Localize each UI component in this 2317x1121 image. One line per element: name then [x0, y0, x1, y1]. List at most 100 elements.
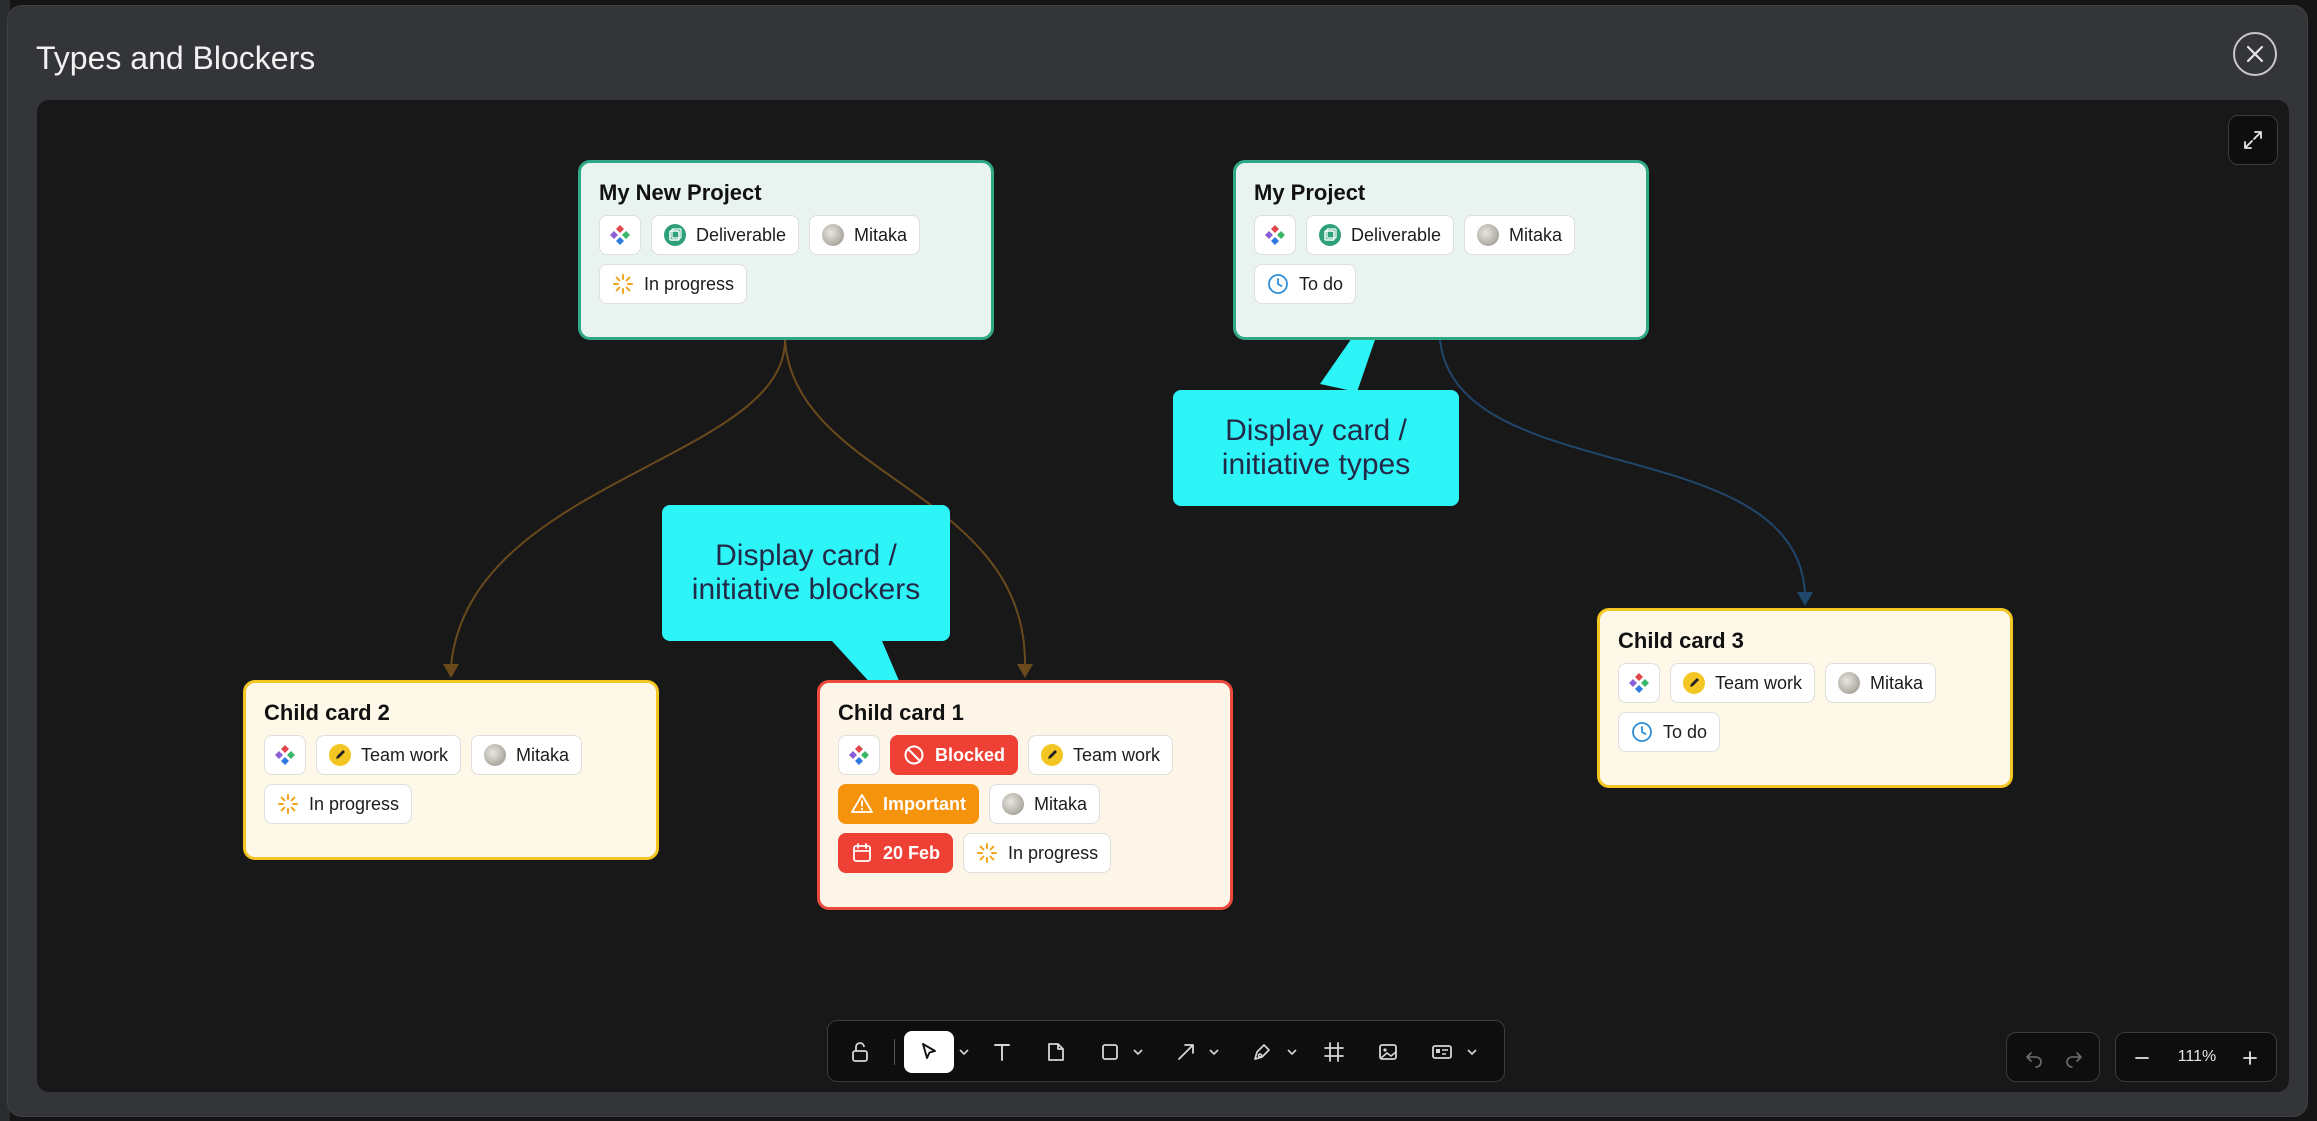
card-title: Child card 2: [264, 700, 390, 725]
plus-icon: [2243, 1051, 2257, 1065]
app-logo-icon: [1264, 224, 1286, 246]
app-chip[interactable]: [599, 215, 641, 255]
assignee-chip[interactable]: Mitaka: [471, 735, 583, 775]
connection-lines: [443, 270, 1813, 744]
app-chip[interactable]: [1254, 215, 1296, 255]
redo-button[interactable]: [2057, 1037, 2091, 1079]
spinner-icon: [277, 793, 299, 815]
card-child-card-1[interactable]: Child card 1 Blocked Team work Important…: [817, 680, 1233, 910]
type-chip[interactable]: Deliverable: [651, 215, 800, 255]
card-title: Child card 3: [1618, 628, 1744, 653]
due-date-chip[interactable]: 20 Feb: [838, 833, 954, 873]
callout-line-1: Display card /: [715, 539, 897, 572]
card-title: My Project: [1254, 180, 1366, 205]
arrow-icon: [1178, 1044, 1194, 1060]
app-chip[interactable]: [264, 735, 306, 775]
assignee-chip[interactable]: Mitaka: [1825, 663, 1937, 703]
blocked-icon: [903, 744, 925, 766]
type-chip[interactable]: Team work: [1028, 735, 1174, 775]
pen-tool-button[interactable]: [1242, 1031, 1282, 1073]
status-chip[interactable]: In progress: [963, 833, 1112, 873]
app-logo-icon: [274, 744, 296, 766]
avatar: [1838, 672, 1861, 694]
pen-tool-dropdown[interactable]: [1284, 1031, 1300, 1073]
card-my-new-project[interactable]: My New Project Deliverable Mitaka In pro…: [578, 160, 994, 340]
image-tool-button[interactable]: [1368, 1031, 1408, 1073]
status-chip[interactable]: In progress: [264, 784, 413, 824]
callout-blockers[interactable]: Display card / initiative blockers: [662, 505, 950, 641]
avatar: [1002, 793, 1024, 815]
avatar: [1477, 224, 1500, 246]
arrow-tool-button[interactable]: [1166, 1031, 1206, 1073]
assignee-chip[interactable]: Mitaka: [989, 784, 1101, 824]
types-and-blockers-modal: Types and Blockers My New Project Delive…: [8, 6, 2307, 1116]
callout-types[interactable]: Display card / initiative types: [1173, 390, 1459, 506]
unlock-icon: [852, 1042, 868, 1062]
calendar-icon: [851, 842, 873, 864]
arrow-head-child-card-1: [1017, 664, 1033, 678]
pencil-icon: [329, 744, 351, 766]
text-tool-button[interactable]: [982, 1031, 1022, 1073]
whiteboard-canvas[interactable]: My New Project Deliverable Mitaka In pro…: [37, 100, 2289, 1092]
zoom-level[interactable]: 111%: [2166, 1033, 2228, 1081]
priority-chip[interactable]: Important: [838, 784, 979, 824]
minus-icon: [2135, 1057, 2149, 1059]
spinner-icon: [976, 842, 998, 864]
close-button[interactable]: [2233, 32, 2277, 76]
undo-icon: [2026, 1052, 2042, 1068]
assignee-chip[interactable]: Mitaka: [1464, 215, 1576, 255]
history-controls: [2006, 1032, 2100, 1082]
zoom-out-button[interactable]: [2124, 1037, 2160, 1079]
close-icon: [2246, 45, 2264, 63]
chevron-down-icon: [1133, 1049, 1143, 1056]
sticky-note-tool-button[interactable]: [1036, 1031, 1076, 1073]
zoom-in-button[interactable]: [2232, 1037, 2268, 1079]
app-chip[interactable]: [1618, 663, 1660, 703]
type-chip[interactable]: Team work: [316, 735, 462, 775]
type-chip[interactable]: Team work: [1670, 663, 1816, 703]
assignee-chip[interactable]: Mitaka: [809, 215, 921, 255]
lock-button[interactable]: [842, 1031, 878, 1073]
arrow-tool-dropdown[interactable]: [1206, 1031, 1222, 1073]
card-child-card-3[interactable]: Child card 3 Team work Mitaka To do: [1597, 608, 2013, 788]
undo-button[interactable]: [2017, 1037, 2051, 1079]
callout-line-1: Display card /: [1225, 414, 1407, 447]
app-logo-icon: [848, 744, 870, 766]
pencil-icon: [1683, 672, 1705, 694]
card-my-project[interactable]: My Project Deliverable Mitaka To do: [1233, 160, 1649, 340]
drawing-toolbar: [827, 1020, 1505, 1082]
blocker-chip[interactable]: Blocked: [890, 735, 1019, 775]
status-chip[interactable]: To do: [1254, 264, 1357, 304]
card-tool-dropdown[interactable]: [1464, 1031, 1480, 1073]
spinner-icon: [612, 273, 634, 295]
shape-tool-button[interactable]: [1090, 1031, 1130, 1073]
card-icon: [1432, 1045, 1452, 1059]
status-chip[interactable]: To do: [1618, 712, 1721, 752]
type-chip[interactable]: Deliverable: [1306, 215, 1455, 255]
pencil-icon: [1041, 744, 1064, 766]
modal-title: Types and Blockers: [36, 40, 316, 76]
warning-icon: [851, 793, 873, 815]
card-child-card-2[interactable]: Child card 2 Team work Mitaka In progres…: [243, 680, 659, 860]
clock-icon: [1267, 273, 1289, 295]
pointer-icon: [922, 1043, 936, 1059]
pen-icon: [1254, 1044, 1270, 1060]
shape-tool-dropdown[interactable]: [1130, 1031, 1146, 1073]
select-tool-button[interactable]: [904, 1031, 954, 1073]
avatar: [484, 744, 507, 766]
card-title: My New Project: [599, 180, 762, 205]
app-logo-icon: [1628, 672, 1650, 694]
app-chip[interactable]: [838, 735, 880, 775]
frame-tool-button[interactable]: [1314, 1031, 1354, 1073]
deliverable-icon: [1319, 224, 1341, 246]
chevron-down-icon: [1209, 1049, 1219, 1056]
select-tool-dropdown[interactable]: [956, 1031, 972, 1073]
arrow-head-child-card-3: [1797, 592, 1813, 606]
card-title: Child card 1: [838, 700, 964, 725]
status-chip[interactable]: In progress: [599, 264, 748, 304]
sticky-note-icon: [1048, 1043, 1064, 1061]
callout-line-2: initiative types: [1221, 448, 1411, 481]
link-my-project-to-child-card-3: [1439, 339, 1806, 595]
card-tool-button[interactable]: [1422, 1031, 1462, 1073]
arrow-head-child-card-2: [443, 664, 459, 678]
